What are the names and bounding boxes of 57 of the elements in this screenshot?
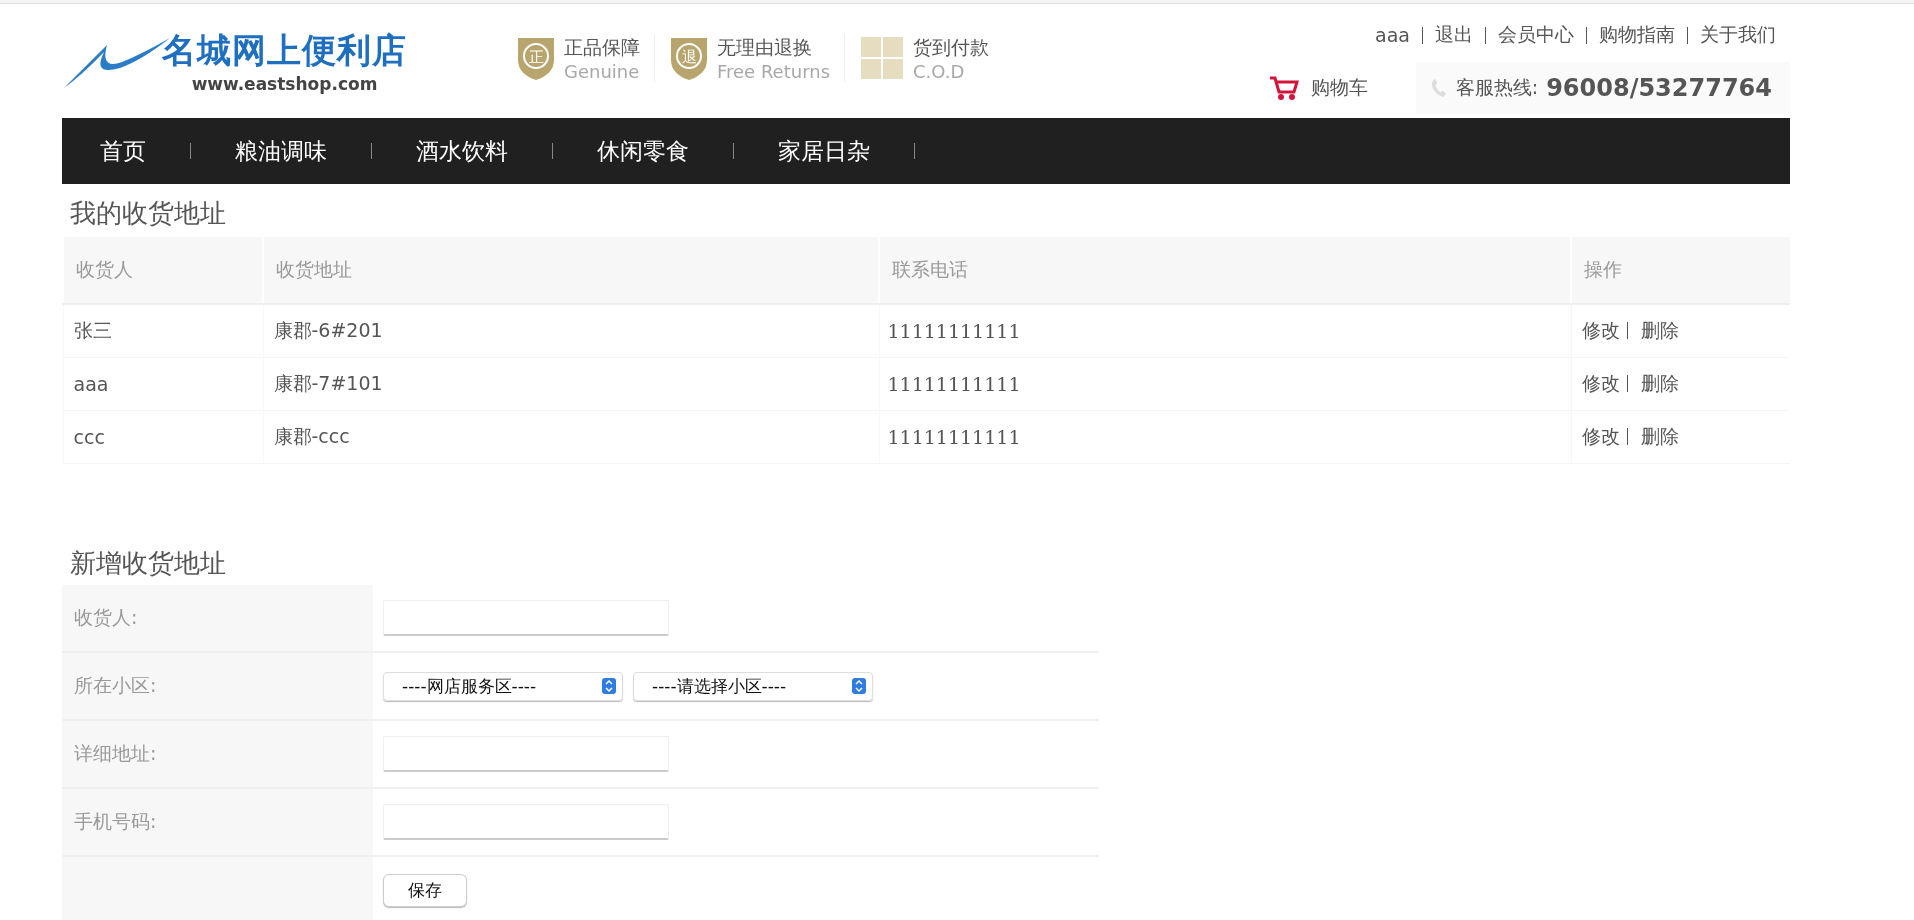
input-field[interactable] [383,600,669,636]
badge-title: 无理由退换 [717,34,813,60]
nav-link[interactable]: 首页 [86,135,160,167]
column-header: 联系电话 [879,237,1571,304]
header-link[interactable]: 关于我们 [1698,22,1778,48]
cart-link[interactable]: 购物车 [1268,75,1368,101]
field-label: 手机号码: [74,809,157,834]
field-label: 详细地址: [74,741,157,766]
chevron-icon [602,678,616,694]
table-cell: 11111111111 [879,410,1571,464]
nav-link[interactable]: 粮油调味 [221,135,341,167]
table-cell: aaa [63,357,263,411]
table-cell: 11111111111 [879,357,1571,411]
header-link[interactable]: aaa [1373,24,1412,46]
chevron-icon [852,678,866,694]
section-title: 新增收货地址 [69,547,227,580]
table-cell: 康郡-6#201 [263,304,879,358]
dropdown[interactable]: ----请选择小区---- [633,671,873,701]
action-link[interactable]: 修改 [1581,425,1620,447]
action-link[interactable]: 删除 [1640,425,1679,447]
action-link[interactable]: 删除 [1640,319,1679,341]
action-link[interactable]: 删除 [1640,372,1679,394]
nav-link[interactable]: 酒水饮料 [402,135,522,167]
section-title: 我的收货地址 [69,197,227,230]
column-header: 收货人 [63,237,263,304]
action-link[interactable]: 修改 [1581,372,1620,394]
badge-subtitle: C.O.D [913,60,966,82]
nav-link[interactable]: 休闲零食 [583,135,703,167]
package-icon [859,35,906,81]
hotline-label: 客服热线: [1455,75,1539,100]
table-cell: 张三 [63,304,263,358]
badge-subtitle: Free Returns [717,60,831,82]
header-link[interactable]: 退出 [1433,22,1475,48]
action-link[interactable]: 修改 [1581,319,1620,341]
hotline-number: 96008/53277764 [1546,74,1772,102]
cart-icon [1268,75,1299,101]
column-header: 操作 [1571,237,1790,304]
table-cell: 康郡-7#101 [263,357,879,411]
header-link[interactable]: 会员中心 [1496,22,1576,48]
store-url: www.eastshop.com [191,74,378,94]
dropdown[interactable]: ----网店服务区---- [383,671,623,701]
phone-icon [1429,78,1448,98]
badge-title: 正品保障 [564,34,640,60]
input-field[interactable] [383,736,669,772]
nav-link[interactable]: 家居日杂 [764,135,884,167]
badge-subtitle: Genuine [564,60,640,82]
header-link[interactable]: 购物指南 [1597,22,1677,48]
store-name: 名城网上便利店 [162,29,407,72]
badge-title: 货到付款 [913,34,990,60]
field-label: 收货人: [74,605,138,630]
field-label: 所在小区: [74,673,157,698]
table-cell: 康郡-ccc [263,410,879,464]
table-cell: 11111111111 [879,304,1571,358]
table-cell: ccc [63,410,263,464]
input-field[interactable] [383,804,669,840]
column-header: 收货地址 [263,237,879,304]
save-button[interactable]: 保存 [383,873,467,907]
